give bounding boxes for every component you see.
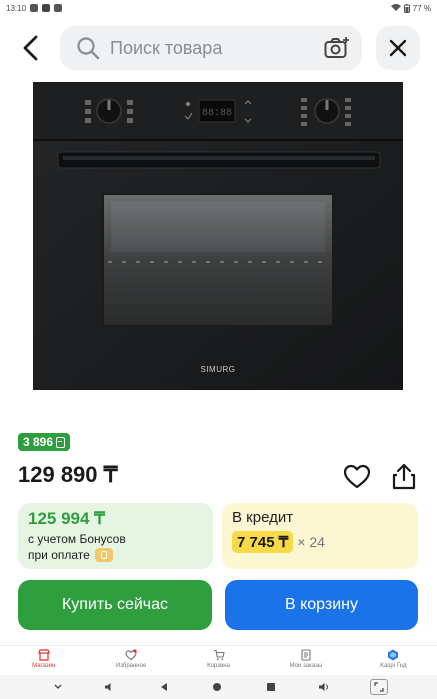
back-arrow-icon [23,35,38,61]
recents-button[interactable] [263,679,279,695]
keyboard-hide-button[interactable] [50,679,66,695]
bonus-line-2: при оплате [28,548,90,562]
nav-favorites[interactable]: Избранное [87,646,174,673]
screen-resize-button[interactable] [370,679,388,695]
oven-image: 88:88 SIMURG [33,82,403,390]
nav-cart-label: Корзина [207,663,230,669]
svg-text:88:88: 88:88 [202,108,232,119]
status-time: 13:10 [6,3,27,13]
oven-brand-label: SIMURG [201,365,236,374]
nav-guide-label: Kaspi Гид [380,663,407,669]
bonus-currency-icon [56,436,66,448]
credit-months: × 24 [297,534,325,550]
chevron-down-icon [54,684,62,689]
bonus-line-1: с учетом Бонусов [28,532,126,546]
volume-up-button[interactable] [316,679,332,695]
notification-icon [30,4,39,12]
top-bar: Поиск товара [0,26,437,70]
mail-icon [54,4,63,12]
volume-down-button[interactable] [102,679,118,695]
credit-monthly-amount: 7 745 ₸ [232,531,294,553]
nav-shop-label: Магазин [32,663,56,669]
credit-title: В кредит [232,509,294,526]
close-button[interactable] [376,26,420,70]
battery-level: 77 % [412,3,431,13]
status-bar: 13:10 77 % [0,0,437,16]
buy-now-button[interactable]: Купить сейчас [18,580,212,630]
home-circle-icon [213,683,221,691]
bonus-badge: 3 896 [18,433,71,451]
credit-card[interactable]: В кредит 7 745 ₸ × 24 [222,503,418,569]
bonus-badge-amount: 3 896 [23,435,54,449]
back-system-button[interactable] [156,679,172,695]
orders-icon [301,649,311,661]
product-price: 129 890 ₸ [18,462,118,487]
search-input[interactable]: Поиск товара [60,26,362,70]
guide-icon [388,649,399,661]
cart-icon [213,649,225,661]
product-image[interactable]: 88:88 SIMURG [33,82,403,390]
back-button[interactable] [14,32,46,64]
share-icon [392,463,416,490]
heart-icon [343,464,371,489]
battery-icon [403,3,410,13]
bonus-price-card[interactable]: 125 994 ₸ с учетом Бонусов при оплате [18,503,213,569]
search-icon [77,37,100,60]
favorite-button[interactable] [343,464,371,490]
nav-favorites-label: Избранное [115,663,147,669]
camera-search-icon[interactable] [324,36,350,60]
volume-up-icon [319,683,328,691]
nav-guide[interactable]: Kaspi Гид [350,646,437,673]
share-button[interactable] [390,462,418,490]
volume-icon [105,683,111,691]
youtube-icon [42,4,51,12]
close-icon [389,39,407,57]
resize-icon [374,682,384,692]
bonus-coin-icon [94,548,113,562]
add-to-cart-button[interactable]: В корзину [225,580,418,630]
nav-orders-label: Мои заказы [289,663,323,669]
back-triangle-icon [161,683,167,691]
nav-shop[interactable]: Магазин [0,646,87,673]
wifi-icon [390,4,401,11]
bonus-price: 125 994 ₸ [28,509,105,528]
heart-icon [125,649,137,661]
home-button[interactable] [209,679,225,695]
search-placeholder: Поиск товара [110,37,223,58]
nav-orders[interactable]: Мои заказы [262,646,349,673]
nav-cart[interactable]: Корзина [175,646,262,673]
bottom-navigation: Магазин Избранное Корзина Мои заказы Kas… [0,645,437,673]
recents-square-icon [267,683,275,691]
system-navigation-bar [0,675,437,699]
shop-icon [37,649,50,661]
